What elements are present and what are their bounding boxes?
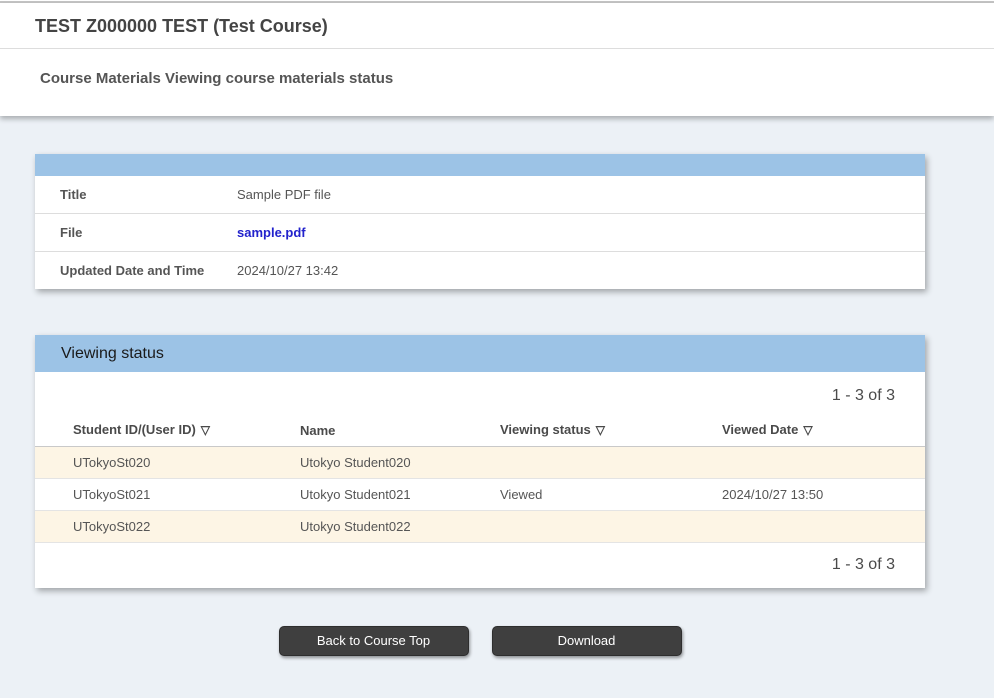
table-row: UTokyoSt020 Utokyo Student020 — [35, 447, 925, 479]
viewing-status-table: Student ID/(User ID) ▽ Name Viewing statu… — [35, 414, 925, 543]
cell-student-id: UTokyoSt021 — [35, 479, 262, 511]
column-header-name: Name — [262, 414, 462, 447]
main-content: Title Sample PDF file File sample.pdf Up… — [0, 116, 925, 656]
file-download-link[interactable]: sample.pdf — [237, 225, 306, 240]
cell-viewing-status: Viewed — [462, 479, 684, 511]
material-file-label: File — [35, 214, 237, 251]
cell-student-id: UTokyoSt020 — [35, 447, 262, 479]
cell-viewed-date — [684, 511, 925, 543]
table-row: UTokyoSt022 Utokyo Student022 — [35, 511, 925, 543]
column-header-viewed-date[interactable]: Viewed Date ▽ — [684, 414, 925, 447]
material-panel-header-bar — [35, 154, 925, 176]
action-button-row: Back to Course Top Download — [35, 626, 925, 656]
material-row-updated: Updated Date and Time 2024/10/27 13:42 — [35, 251, 925, 289]
result-count-bottom: 1 - 3 of 3 — [35, 543, 925, 588]
material-updated-label: Updated Date and Time — [35, 252, 237, 289]
material-info-panel: Title Sample PDF file File sample.pdf Up… — [35, 154, 925, 289]
download-button[interactable]: Download — [492, 626, 682, 656]
cell-viewed-date — [684, 447, 925, 479]
page-header: TEST Z000000 TEST (Test Course) Course M… — [0, 3, 994, 116]
material-row-title: Title Sample PDF file — [35, 176, 925, 213]
column-header-viewing-status-label: Viewing status — [500, 422, 591, 437]
cell-viewing-status — [462, 511, 684, 543]
course-title: TEST Z000000 TEST (Test Course) — [0, 3, 994, 49]
material-row-file: File sample.pdf — [35, 213, 925, 251]
table-header-row: Student ID/(User ID) ▽ Name Viewing statu… — [35, 414, 925, 447]
material-title-value: Sample PDF file — [237, 176, 925, 213]
cell-student-id: UTokyoSt022 — [35, 511, 262, 543]
material-file-value: sample.pdf — [237, 214, 925, 251]
viewing-status-panel-header: Viewing status — [35, 335, 925, 372]
cell-name: Utokyo Student021 — [262, 479, 462, 511]
cell-name: Utokyo Student020 — [262, 447, 462, 479]
column-header-viewing-status[interactable]: Viewing status ▽ — [462, 414, 684, 447]
column-header-student-id-label: Student ID/(User ID) — [73, 422, 196, 437]
cell-name: Utokyo Student022 — [262, 511, 462, 543]
column-header-name-label: Name — [300, 423, 335, 438]
cell-viewing-status — [462, 447, 684, 479]
column-header-viewed-date-label: Viewed Date — [722, 422, 798, 437]
page-subtitle: Course Materials Viewing course material… — [0, 49, 994, 116]
result-count-top: 1 - 3 of 3 — [35, 372, 925, 414]
viewing-status-panel-title: Viewing status — [61, 345, 164, 363]
material-title-label: Title — [35, 176, 237, 213]
cell-viewed-date: 2024/10/27 13:50 — [684, 479, 925, 511]
sort-icon[interactable]: ▽ — [596, 423, 605, 437]
viewing-status-panel: Viewing status 1 - 3 of 3 Student ID/(Us… — [35, 335, 925, 588]
sort-icon[interactable]: ▽ — [201, 423, 210, 437]
table-row: UTokyoSt021 Utokyo Student021 Viewed 202… — [35, 479, 925, 511]
material-updated-value: 2024/10/27 13:42 — [237, 252, 925, 289]
column-header-student-id[interactable]: Student ID/(User ID) ▽ — [35, 414, 262, 447]
back-to-course-top-button[interactable]: Back to Course Top — [279, 626, 469, 656]
sort-icon[interactable]: ▽ — [803, 423, 812, 437]
